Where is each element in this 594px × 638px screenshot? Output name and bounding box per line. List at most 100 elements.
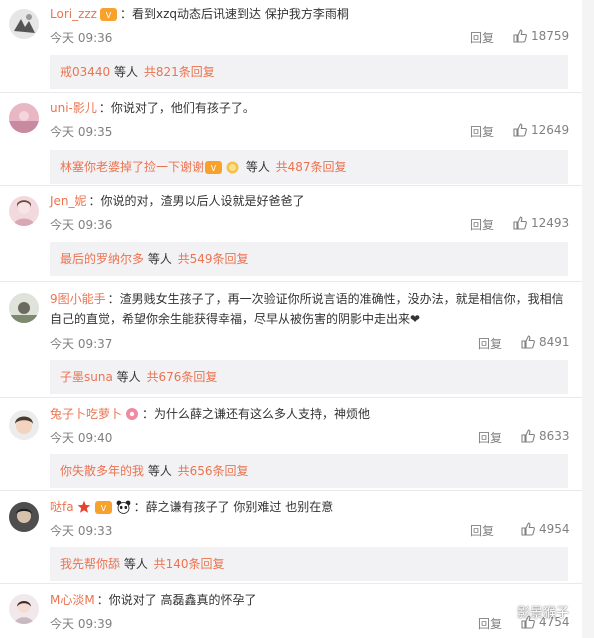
like-count: 8633 [539, 429, 570, 443]
comment-text: ：薛之谦有孩子了 你别难过 也别在意 [133, 500, 334, 514]
avatar[interactable] [9, 196, 39, 226]
commenter-name[interactable]: 兔子卜吃萝卜 [50, 407, 122, 421]
avatar[interactable] [9, 502, 39, 532]
reply-button[interactable]: 回复 [470, 216, 494, 233]
like-button[interactable]: 18759 [513, 29, 569, 43]
avatar[interactable] [9, 410, 39, 440]
thumb-up-icon [513, 29, 527, 43]
comment-body: 9图小能手 ：渣男贱女生孩子了，再一次验证你所说言语的准确性，没办法，就是相信你，… [50, 289, 566, 329]
vip-badge-icon: V [205, 161, 223, 174]
like-count: 18759 [531, 29, 570, 43]
sub-reply-count[interactable]: 共487条回复 [276, 160, 347, 174]
watermark: 影景猴子 [487, 596, 587, 628]
like-button[interactable]: 12493 [513, 216, 569, 230]
sub-reply-names[interactable]: 戒03440 [60, 65, 110, 79]
sub-reply-mid: 等人 [112, 370, 145, 384]
sub-reply-box[interactable]: 你失散多年的我 等人 共656条回复 [50, 454, 568, 488]
reply-button[interactable]: 回复 [478, 429, 502, 446]
avatar[interactable] [9, 293, 39, 323]
thumb-up-icon [513, 123, 527, 137]
sub-reply-mid: 等人 [242, 160, 274, 174]
sub-reply-count[interactable]: 共676条回复 [146, 370, 217, 384]
sub-reply-count[interactable]: 共656条回复 [178, 464, 249, 478]
star-icon [77, 500, 91, 514]
comment-text-continued: 自己的直觉，希望你余生能获得幸福，尽早从被伤害的阴影中走出来❤ [50, 312, 421, 326]
sub-reply-box[interactable]: 林塞你老婆掉了捡一下谢谢 V 等人 共487条回复 [50, 150, 568, 184]
avatar[interactable] [9, 594, 39, 624]
sub-reply-count[interactable]: 共140条回复 [154, 557, 225, 571]
commenter-name[interactable]: M心淡M [50, 593, 95, 607]
comment-body: 哒fa V ：薛之谦有孩子了 你别难过 也别在意 [50, 497, 566, 517]
vip-badge-icon: V [94, 501, 112, 514]
avatar[interactable] [9, 103, 39, 133]
commenter-name[interactable]: Jen_妮 [50, 194, 87, 208]
comment-time: 今天 09:37 [50, 337, 113, 351]
thumb-up-icon [521, 335, 535, 349]
comment-text: ：看到xzq动态后讯速到达 保护我方李雨桐 [119, 7, 349, 21]
comment-item: 兔子卜吃萝卜 ：为什么薛之谦还有这么多人支持，神烦他 今天 09:40 回复 86… [0, 398, 594, 488]
commenter-name[interactable]: uni-影儿 [50, 101, 97, 115]
commenter-name[interactable]: 哒fa [50, 500, 74, 514]
thumb-up-icon [513, 216, 527, 230]
like-button[interactable]: 12649 [513, 123, 569, 137]
vip-badge-icon: V [99, 8, 117, 21]
sub-reply-count[interactable]: 共549条回复 [178, 252, 249, 266]
sub-reply-names[interactable]: 子墨suna [60, 370, 113, 384]
thumb-up-icon [521, 429, 535, 443]
sub-reply-box[interactable]: 最后的罗纳尔多 等人 共549条回复 [50, 242, 568, 276]
donut-icon [125, 407, 139, 421]
comment-time: 今天 09:35 [50, 125, 113, 139]
sub-reply-mid: 等人 [110, 65, 142, 79]
wechat-logo-icon [489, 600, 515, 621]
comment-text: ：你说对了 高磊鑫真的怀孕了 [96, 593, 257, 607]
scroll-track[interactable] [582, 0, 594, 638]
comment-body: Jen_妮 ：你说的对，渣男以后人设就是好爸爸了 [50, 191, 566, 211]
svg-text:V: V [106, 11, 112, 20]
comment-time: 今天 09:36 [50, 31, 113, 45]
thumb-up-icon [521, 522, 535, 536]
sub-reply-box[interactable]: 戒03440 等人 共821条回复 [50, 55, 568, 89]
reply-button[interactable]: 回复 [470, 29, 494, 46]
sub-reply-mid: 等人 [120, 557, 152, 571]
sub-reply-names[interactable]: 最后的罗纳尔多 [60, 252, 144, 266]
comment-text: ：渣男贱女生孩子了，再一次验证你所说言语的准确性，没办法，就是相信你，我相信 [107, 292, 564, 306]
like-button[interactable]: 4954 [521, 522, 570, 536]
comment-text: ：为什么薛之谦还有这么多人支持，神烦他 [142, 407, 371, 421]
reply-button[interactable]: 回复 [478, 335, 502, 352]
comment-text: ：你说对了，他们有孩子了。 [98, 101, 255, 115]
like-count: 4954 [539, 522, 570, 536]
comment-body: Lori_zzz V ：看到xzq动态后讯速到达 保护我方李雨桐 [50, 4, 566, 24]
comment-time: 今天 09:36 [50, 218, 113, 232]
sub-reply-box[interactable]: 我先帮你舔 等人 共140条回复 [50, 547, 568, 581]
commenter-name[interactable]: 9图小能手 [50, 292, 106, 306]
commenter-name[interactable]: Lori_zzz [50, 7, 97, 21]
like-button[interactable]: 8491 [521, 335, 570, 349]
sub-reply-count[interactable]: 共821条回复 [144, 65, 215, 79]
sub-reply-names[interactable]: 你失散多年的我 [60, 464, 144, 478]
sub-reply-mid: 等人 [144, 252, 176, 266]
comment-body: 兔子卜吃萝卜 ：为什么薛之谦还有这么多人支持，神烦他 [50, 404, 566, 424]
reply-button[interactable]: 回复 [470, 522, 494, 539]
comment-item: 9图小能手 ：渣男贱女生孩子了，再一次验证你所说言语的准确性，没办法，就是相信你，… [0, 282, 594, 394]
panda-icon [116, 500, 131, 514]
like-count: 8491 [539, 335, 570, 349]
comment-body: uni-影儿 ：你说对了，他们有孩子了。 [50, 98, 566, 118]
comment-time: 今天 09:33 [50, 524, 113, 538]
like-count: 12493 [531, 216, 570, 230]
comment-item: Lori_zzz V ：看到xzq动态后讯速到达 保护我方李雨桐 今天 09:36 … [0, 0, 594, 90]
comment-list: Lori_zzz V ：看到xzq动态后讯速到达 保护我方李雨桐 今天 09:36 … [0, 0, 594, 638]
medal-icon [226, 161, 239, 174]
sub-reply-box[interactable]: 子墨suna 等人 共676条回复 [50, 360, 568, 394]
sub-reply-names[interactable]: 林塞你老婆掉了捡一下谢谢 [60, 160, 204, 174]
reply-button[interactable]: 回复 [470, 123, 494, 140]
sub-reply-mid: 等人 [144, 464, 176, 478]
sub-reply-names[interactable]: 我先帮你舔 [60, 557, 120, 571]
comment-item: Jen_妮 ：你说的对，渣男以后人设就是好爸爸了 今天 09:36 回复 1249… [0, 186, 594, 276]
like-count: 12649 [531, 123, 570, 137]
comment-text: ：你说的对，渣男以后人设就是好爸爸了 [88, 194, 305, 208]
like-button[interactable]: 8633 [521, 429, 570, 443]
watermark-text: 影景猴子 [517, 606, 570, 621]
comment-item: uni-影儿 ：你说对了，他们有孩子了。 今天 09:35 回复 12649 林塞… [0, 93, 594, 184]
svg-text:V: V [211, 164, 217, 173]
avatar[interactable] [9, 9, 39, 39]
